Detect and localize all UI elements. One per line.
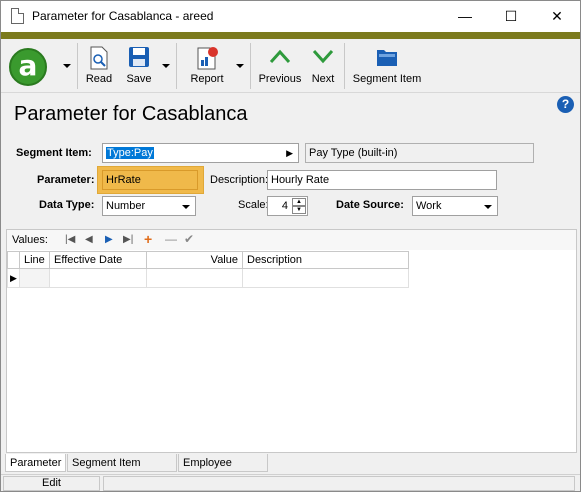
status-bar: Edit — [1, 474, 580, 491]
cell-description[interactable] — [242, 268, 409, 288]
save-dropdown-icon[interactable] — [162, 64, 170, 68]
first-record-icon[interactable]: |◀ — [65, 234, 75, 245]
help-icon[interactable]: ? — [557, 96, 574, 113]
date-source-select[interactable]: Work — [412, 196, 498, 216]
status-mode: Edit — [3, 476, 100, 491]
column-header-description[interactable]: Description — [242, 251, 409, 269]
confirm-row-icon[interactable]: ✔ — [184, 232, 194, 246]
tab-segment-item-values[interactable]: Segment Item Values — [67, 454, 177, 487]
maximize-button[interactable]: ☐ — [488, 1, 534, 32]
window-title: Parameter for Casablanca - areed — [32, 9, 214, 23]
chevron-up-icon — [269, 49, 291, 64]
segment-item-field[interactable]: Type:Pay ▶ — [102, 143, 299, 163]
parameter-input[interactable]: HrRate — [102, 170, 198, 190]
toolbar-separator — [250, 43, 251, 89]
last-record-icon[interactable]: ▶| — [123, 234, 133, 245]
document-icon — [11, 8, 24, 24]
cell-line[interactable] — [19, 268, 50, 288]
date-source-value: Work — [416, 200, 442, 212]
description-field-label: Description: — [210, 174, 269, 186]
scale-field-label: Scale: — [238, 199, 269, 211]
tab-employee-values[interactable]: Employee Values — [178, 454, 268, 487]
cell-effective-date[interactable] — [49, 268, 147, 288]
report-dropdown-icon[interactable] — [236, 64, 244, 68]
scale-value: 4 — [281, 200, 288, 212]
stepper-down-icon[interactable]: ▼ — [292, 206, 306, 214]
toolbar-separator — [344, 43, 345, 89]
title-bar: Parameter for Casablanca - areed — ☐ ✕ — [1, 1, 580, 32]
previous-label: Previous — [258, 73, 302, 85]
parameter-field-label: Parameter: — [37, 174, 95, 186]
toolbar-separator — [176, 43, 177, 89]
cell-value[interactable] — [146, 268, 243, 288]
column-header-value[interactable]: Value — [146, 251, 243, 269]
read-icon — [90, 46, 108, 70]
chevron-down-icon — [182, 205, 190, 209]
next-button[interactable]: Next — [306, 43, 340, 89]
report-icon — [197, 47, 218, 70]
values-label: Values: — [12, 234, 48, 246]
report-button[interactable]: Report — [183, 43, 231, 89]
values-grid-toolbar: Values: |◀ ◀ ▶ ▶| + — ✔ — [7, 230, 576, 250]
values-table: Line Effective Date Value Description ▶ — [7, 251, 409, 288]
segment-item-button[interactable]: Segment Item — [349, 43, 425, 89]
row-indicator-header — [7, 251, 20, 269]
data-type-select[interactable]: Number — [102, 196, 196, 216]
data-type-field-label: Data Type: — [39, 199, 95, 211]
segment-item-description-field: Pay Type (built-in) — [305, 143, 534, 163]
toolbar: a Read Save Report Previous Next Segment… — [1, 39, 580, 93]
play-arrow-icon[interactable]: ▶ — [286, 144, 293, 162]
toolbar-separator — [77, 43, 78, 89]
current-row-indicator-icon: ▶ — [7, 268, 20, 288]
stepper-up-icon[interactable]: ▲ — [292, 198, 306, 206]
folder-icon — [377, 50, 397, 66]
save-label: Save — [126, 73, 152, 85]
table-row[interactable]: ▶ — [7, 268, 409, 288]
next-record-icon[interactable]: ▶ — [105, 234, 113, 245]
tab-parameter[interactable]: Parameter — [5, 454, 66, 472]
next-label: Next — [311, 73, 335, 85]
close-button[interactable]: ✕ — [534, 1, 580, 32]
segment-item-value: Type:Pay — [106, 147, 154, 159]
minimize-button[interactable]: — — [442, 1, 488, 32]
app-logo-icon[interactable]: a — [9, 48, 47, 86]
save-icon — [129, 47, 149, 67]
scale-stepper[interactable]: 4 ▲ ▼ — [267, 196, 308, 216]
previous-button[interactable]: Previous — [256, 43, 304, 89]
report-label: Report — [190, 73, 224, 85]
previous-record-icon[interactable]: ◀ — [85, 234, 93, 245]
column-header-line[interactable]: Line — [19, 251, 50, 269]
logo-menu-dropdown-icon[interactable] — [63, 64, 71, 68]
title-accent-band — [1, 32, 580, 39]
description-input[interactable]: Hourly Rate — [267, 170, 497, 190]
chevron-down-icon — [312, 49, 334, 64]
column-header-effective-date[interactable]: Effective Date — [49, 251, 147, 269]
add-row-icon[interactable]: + — [144, 231, 152, 247]
chevron-down-icon — [484, 205, 492, 209]
status-message — [103, 476, 575, 491]
read-button[interactable]: Read — [81, 43, 117, 89]
segment-item-field-label: Segment Item: — [16, 147, 92, 159]
save-button[interactable]: Save — [121, 43, 157, 89]
segment-item-label: Segment Item — [352, 73, 422, 85]
date-source-field-label: Date Source: — [336, 199, 404, 211]
values-grid-panel: Values: |◀ ◀ ▶ ▶| + — ✔ Line Effective D… — [6, 229, 577, 453]
read-label: Read — [85, 73, 113, 85]
delete-row-icon[interactable]: — — [165, 232, 177, 246]
data-type-value: Number — [106, 200, 146, 212]
page-title: Parameter for Casablanca — [14, 103, 248, 125]
app-window: Parameter for Casablanca - areed — ☐ ✕ a… — [0, 0, 581, 492]
